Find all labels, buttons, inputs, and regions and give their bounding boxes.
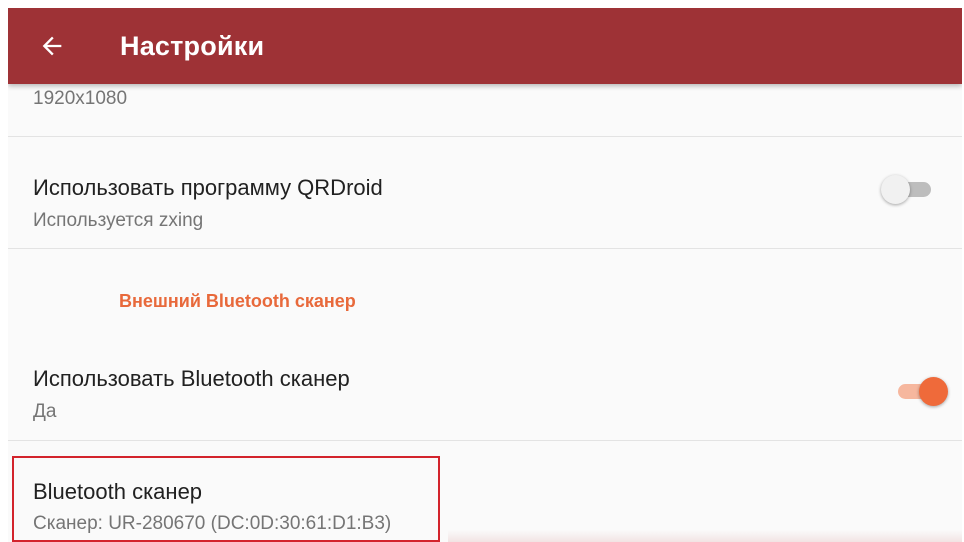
use-bluetooth-switch[interactable] <box>892 374 948 408</box>
qrdroid-title: Использовать программу QRDroid <box>33 175 383 200</box>
pref-row-use-bluetooth[interactable]: Использовать Bluetooth сканер Да <box>8 334 962 439</box>
resolution-summary: 1920x1080 <box>33 88 128 109</box>
use-bluetooth-summary: Да <box>33 401 57 422</box>
app-bar: Настройки <box>8 8 962 84</box>
qrdroid-switch[interactable] <box>881 172 937 206</box>
bluetooth-scanner-summary: Сканер: UR-280670 (DC:0D:30:61:D1:B3) <box>33 513 392 534</box>
pref-row-resolution[interactable]: 1920x1080 <box>8 84 962 136</box>
settings-screen: Настройки 1920x1080 Использовать програм… <box>8 8 962 542</box>
pref-row-qrdroid[interactable]: Использовать программу QRDroid Используе… <box>8 137 962 248</box>
back-button[interactable] <box>32 26 72 66</box>
qrdroid-summary: Используется zxing <box>33 210 204 231</box>
switch-thumb <box>919 377 948 406</box>
page-title: Настройки <box>120 31 265 61</box>
bluetooth-scanner-title: Bluetooth сканер <box>33 479 203 504</box>
divider <box>8 248 962 249</box>
preferences-list: 1920x1080 Использовать программу QRDroid… <box>8 84 962 542</box>
use-bluetooth-title: Использовать Bluetooth сканер <box>33 366 350 391</box>
switch-thumb <box>881 175 910 204</box>
pref-row-bluetooth-scanner[interactable]: Bluetooth сканер Сканер: UR-280670 (DC:0… <box>8 441 962 542</box>
arrow-left-icon <box>42 36 62 56</box>
category-header-bluetooth: Внешний Bluetooth сканер <box>119 291 356 311</box>
